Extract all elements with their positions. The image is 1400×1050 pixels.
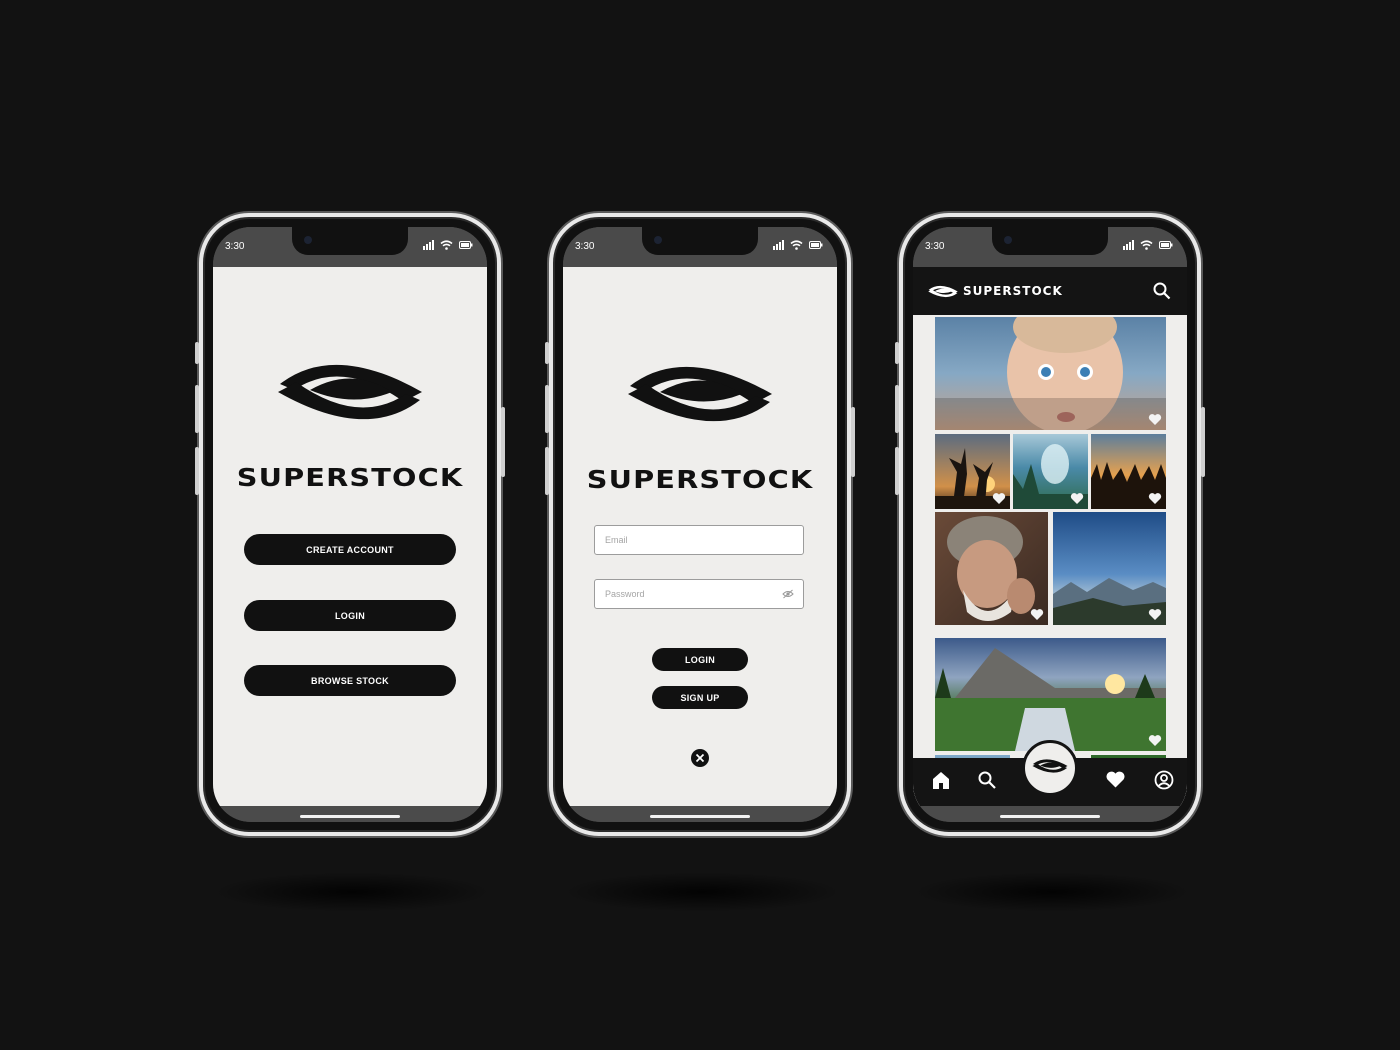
status-time: 3:30: [575, 241, 595, 252]
photo-crowd-concert[interactable]: [1091, 434, 1166, 509]
wifi-icon: [1140, 240, 1153, 250]
battery-icon: [809, 241, 823, 249]
phone-shadow: [562, 872, 842, 912]
side-button: [545, 385, 549, 433]
phone-welcome: 3:30 SUPERSTOCK CREATE ACCOUNT LOGIN BRO…: [195, 213, 505, 836]
side-button: [895, 447, 899, 495]
screen: 3:30 SUPERSTOCK: [913, 227, 1187, 822]
login-button[interactable]: LOGIN: [652, 648, 748, 671]
status-time: 3:30: [925, 241, 945, 252]
app-header: SUPERSTOCK: [913, 267, 1187, 315]
photo-mountain-sky[interactable]: [1053, 512, 1166, 625]
screen: 3:30 SUPERSTOCK Email Password LOGIN SIG…: [563, 227, 837, 822]
signal-icon: [773, 240, 784, 250]
email-placeholder: Email: [605, 535, 628, 545]
eye-logo-icon: [278, 364, 422, 420]
photo-mountain-waterfall[interactable]: [935, 638, 1166, 751]
close-icon: [695, 753, 705, 763]
phone-shadow: [212, 872, 492, 912]
brand-wordmark: SUPERSTOCK: [586, 465, 814, 494]
photo-image: [935, 317, 1166, 430]
side-button: [851, 407, 855, 477]
create-account-button[interactable]: CREATE ACCOUNT: [244, 534, 456, 565]
heart-icon[interactable]: [1148, 492, 1162, 505]
home-logo-button[interactable]: [1022, 740, 1078, 796]
photo-fantasy-forest[interactable]: [1013, 434, 1088, 509]
home-indicator[interactable]: [300, 815, 400, 818]
heart-icon[interactable]: [1148, 413, 1162, 426]
password-placeholder: Password: [605, 589, 645, 599]
notch: [992, 227, 1108, 255]
side-button: [195, 342, 199, 364]
side-button: [195, 447, 199, 495]
photo-baby-face[interactable]: [935, 317, 1166, 430]
side-button: [545, 447, 549, 495]
status-time: 3:30: [225, 241, 245, 252]
heart-icon[interactable]: [1148, 734, 1162, 747]
phone-gallery: 3:30 SUPERSTOCK: [895, 213, 1205, 836]
notch: [642, 227, 758, 255]
heart-icon[interactable]: [992, 492, 1006, 505]
photo-gallery: [913, 315, 1187, 806]
login-screen: SUPERSTOCK Email Password LOGIN SIGN UP: [563, 267, 837, 806]
home-icon[interactable]: [931, 770, 951, 790]
camera: [304, 236, 312, 244]
header-title: SUPERSTOCK: [963, 284, 1063, 298]
photo-dancers-sunset[interactable]: [935, 434, 1010, 509]
search-icon[interactable]: [977, 770, 997, 790]
home-indicator-area: [563, 806, 837, 822]
signup-button[interactable]: SIGN UP: [652, 686, 748, 709]
email-field[interactable]: Email: [594, 525, 804, 555]
brand-wordmark: SUPERSTOCK: [236, 463, 464, 492]
home-indicator[interactable]: [650, 815, 750, 818]
gallery-screen: SUPERSTOCK: [913, 267, 1187, 806]
phone-login: 3:30 SUPERSTOCK Email Password LOGIN SIG…: [545, 213, 855, 836]
close-button[interactable]: [691, 749, 709, 767]
home-indicator[interactable]: [1000, 815, 1100, 818]
photo-old-man[interactable]: [935, 512, 1048, 625]
heart-icon[interactable]: [1070, 492, 1084, 505]
search-icon[interactable]: [1153, 282, 1171, 300]
notch: [292, 227, 408, 255]
bottom-nav: [913, 740, 1187, 806]
signal-icon: [1123, 240, 1134, 250]
side-button: [895, 385, 899, 433]
eye-logo-icon: [1032, 759, 1068, 773]
heart-icon[interactable]: [1105, 770, 1126, 789]
home-indicator-area: [913, 806, 1187, 822]
eye-logo-icon: [628, 366, 772, 422]
side-button: [545, 342, 549, 364]
camera: [1004, 236, 1012, 244]
side-button: [1201, 407, 1205, 477]
login-button[interactable]: LOGIN: [244, 600, 456, 631]
eye-off-icon[interactable]: [782, 589, 794, 599]
camera: [654, 236, 662, 244]
signal-icon: [423, 240, 434, 250]
profile-icon[interactable]: [1154, 770, 1174, 790]
battery-icon: [459, 241, 473, 249]
photo-image: [935, 648, 1166, 751]
eye-logo-icon[interactable]: [927, 283, 959, 300]
home-indicator-area: [213, 806, 487, 822]
heart-icon[interactable]: [1030, 608, 1044, 621]
welcome-screen: SUPERSTOCK CREATE ACCOUNT LOGIN BROWSE S…: [213, 267, 487, 806]
side-button: [501, 407, 505, 477]
heart-icon[interactable]: [1148, 608, 1162, 621]
wifi-icon: [790, 240, 803, 250]
side-button: [195, 385, 199, 433]
screen: 3:30 SUPERSTOCK CREATE ACCOUNT LOGIN BRO…: [213, 227, 487, 822]
wifi-icon: [440, 240, 453, 250]
battery-icon: [1159, 241, 1173, 249]
phone-shadow: [912, 872, 1192, 912]
password-field[interactable]: Password: [594, 579, 804, 609]
side-button: [895, 342, 899, 364]
browse-stock-button[interactable]: BROWSE STOCK: [244, 665, 456, 696]
